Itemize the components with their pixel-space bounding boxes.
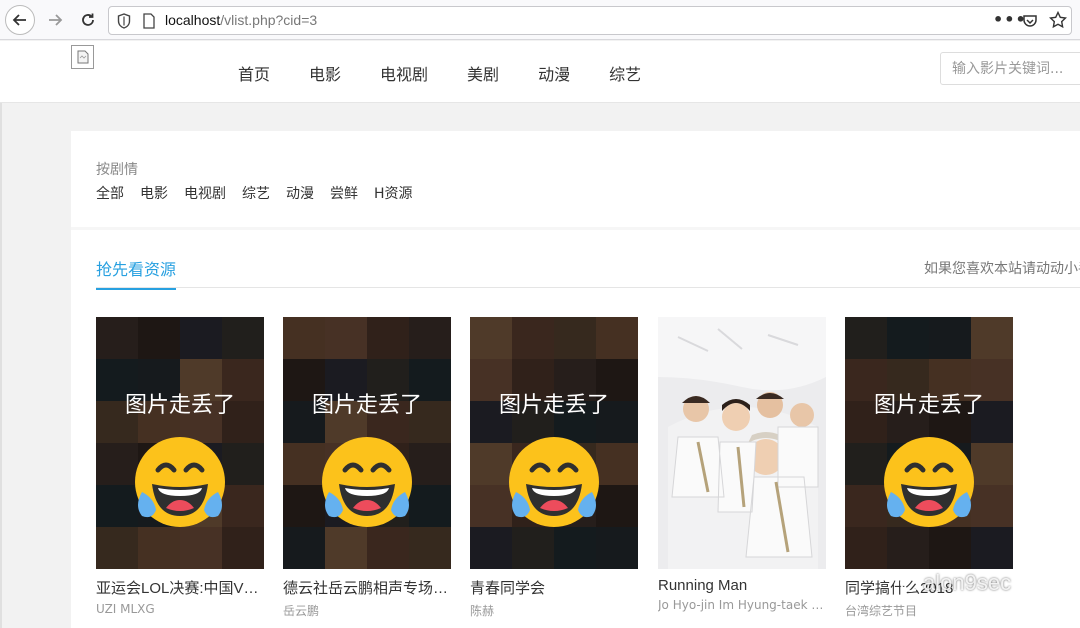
movie-subtitle: Jo Hyo-jin Im Hyung-taek Kim Jong-kook xyxy=(658,598,826,612)
window-edge xyxy=(0,103,2,628)
movie-card[interactable]: 图片走丢了 德云社岳云鹏相声专场游记 岳云鹏 xyxy=(283,317,451,619)
tears-of-joy-emoji-icon xyxy=(884,437,974,527)
movie-card[interactable]: 图片走丢了 青春同学会 陈赫 xyxy=(470,317,638,619)
movie-poster[interactable]: 图片走丢了 xyxy=(96,317,264,569)
movie-title[interactable]: 亚运会LOL决赛:中国VS韩国 xyxy=(96,577,264,598)
movie-poster[interactable] xyxy=(658,317,826,569)
movie-subtitle: 岳云鹏 xyxy=(283,604,320,618)
watermark: alon9sec xyxy=(900,570,1011,596)
url-host: localhost xyxy=(165,12,221,28)
nav-us-series[interactable]: 美剧 xyxy=(467,61,499,85)
filter-anime[interactable]: 动漫 xyxy=(286,183,314,203)
url-bar[interactable]: localhost/vlist.php?cid=3 ••• xyxy=(108,6,1072,35)
movie-subtitle: 台湾综艺节目 xyxy=(845,604,918,618)
group-photo-icon xyxy=(658,317,826,569)
filter-preview[interactable]: 尝鲜 xyxy=(330,183,358,203)
nav-variety[interactable]: 综艺 xyxy=(609,61,641,85)
movie-subtitle: UZI MLXG xyxy=(96,602,155,616)
nav-home[interactable]: 首页 xyxy=(238,61,270,85)
nav-anime[interactable]: 动漫 xyxy=(538,61,570,85)
movie-poster[interactable]: 图片走丢了 xyxy=(845,317,1013,569)
reload-icon xyxy=(82,13,94,26)
movie-poster[interactable]: 图片走丢了 xyxy=(470,317,638,569)
shield-icon[interactable] xyxy=(117,13,131,29)
tears-of-joy-emoji-icon xyxy=(135,437,225,527)
tears-of-joy-emoji-icon xyxy=(322,437,412,527)
main-nav: 首页 电影 电视剧 美剧 动漫 综艺 xyxy=(238,61,680,85)
nav-tv-series[interactable]: 电视剧 xyxy=(380,61,428,85)
movie-card[interactable]: 图片走丢了 亚运会LOL决赛:中国VS韩国 UZI MLXG xyxy=(96,317,264,616)
pocket-icon[interactable] xyxy=(1022,13,1038,29)
arrow-left-icon xyxy=(12,14,26,26)
filter-all[interactable]: 全部 xyxy=(96,183,124,203)
content-panel: 按剧情 全部 电影 电视剧 综艺 动漫 尝鲜 H资源 抢先看资源 如果您喜欢本站… xyxy=(71,131,1080,628)
broken-image-icon[interactable] xyxy=(71,45,94,69)
arrow-right-icon xyxy=(49,14,63,26)
nav-movies[interactable]: 电影 xyxy=(309,61,341,85)
movie-poster[interactable]: 图片走丢了 xyxy=(283,317,451,569)
forward-button[interactable] xyxy=(40,5,70,35)
filter-h-resources[interactable]: H资源 xyxy=(374,183,413,203)
movie-subtitle: 陈赫 xyxy=(470,604,495,618)
back-button[interactable] xyxy=(5,5,35,35)
movie-card[interactable]: Running Man Jo Hyo-jin Im Hyung-taek Kim… xyxy=(658,317,826,612)
filter-list: 全部 电影 电视剧 综艺 动漫 尝鲜 H资源 xyxy=(96,183,429,203)
image-missing-text: 图片走丢了 xyxy=(498,393,609,418)
reload-button[interactable] xyxy=(73,5,103,35)
wechat-icon xyxy=(900,574,920,592)
movie-title[interactable]: Running Man xyxy=(658,577,826,594)
tears-of-joy-emoji-icon xyxy=(509,437,599,527)
movie-title[interactable]: 德云社岳云鹏相声专场游记 xyxy=(283,577,451,598)
star-icon[interactable] xyxy=(1049,11,1067,29)
image-missing-text: 图片走丢了 xyxy=(311,393,422,418)
image-missing-text: 图片走丢了 xyxy=(873,393,984,418)
url-text: localhost/vlist.php?cid=3 xyxy=(165,12,317,28)
filter-tv-series[interactable]: 电视剧 xyxy=(184,183,226,203)
image-missing-text: 图片走丢了 xyxy=(124,393,235,418)
filter-variety[interactable]: 综艺 xyxy=(242,183,270,203)
url-path: /vlist.php?cid=3 xyxy=(220,12,318,28)
filter-title: 按剧情 xyxy=(96,162,138,178)
browser-toolbar: localhost/vlist.php?cid=3 ••• xyxy=(0,0,1080,40)
divider xyxy=(71,227,1080,230)
support-note: 如果您喜欢本站请动动小手 xyxy=(924,261,1080,277)
tab-early-access[interactable]: 抢先看资源 xyxy=(96,256,177,290)
filter-movies[interactable]: 电影 xyxy=(140,183,168,203)
page-icon[interactable] xyxy=(142,13,156,29)
movie-title[interactable]: 青春同学会 xyxy=(470,577,638,598)
site-header: 首页 电影 电视剧 美剧 动漫 综艺 xyxy=(0,41,1080,103)
watermark-text: alon9sec xyxy=(923,570,1012,595)
section-tabs: 抢先看资源 如果您喜欢本站请动动小手 xyxy=(96,256,1080,290)
search-input[interactable] xyxy=(940,52,1080,85)
